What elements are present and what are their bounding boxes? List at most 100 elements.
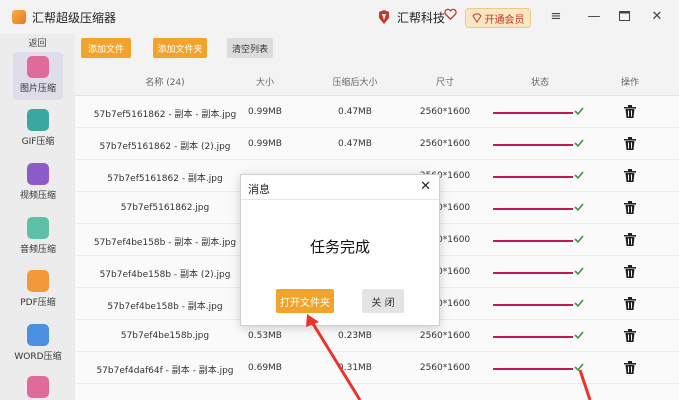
progress-bar [493,112,573,114]
compressed-size: 0.23MB [338,331,372,341]
close-window-icon[interactable]: ✕ [649,8,665,24]
table-row[interactable]: 57b7ef5161862 - 副本 - 副本.jpg 0.99MB 0.47MB 2… [75,96,679,128]
word-icon [27,324,49,346]
file-name: 57b7ef5161862 - 副本.jpg [107,174,223,184]
image-icon [27,56,49,78]
ppt-icon [27,376,49,398]
close-button[interactable]: 关 闭 [362,289,404,313]
file-name: 57b7ef4be158b - 副本 (2).jpg [99,270,231,280]
file-name: 57b7ef5161862 - 副本 (2).jpg [99,142,231,152]
compressed-size: 0.31MB [338,363,372,373]
column-header-size[interactable]: 大小 [240,75,290,88]
sidebar-item-label: 音频压缩 [19,245,56,255]
progress-bar [493,208,573,210]
open-folder-button[interactable]: 打开文件夹 [276,289,334,313]
file-name: 57b7ef5161862.jpg [120,203,210,213]
column-header-action: 操作 [620,78,639,88]
app-logo-icon [12,10,26,24]
trash-icon[interactable] [624,201,636,214]
menu-icon[interactable]: ≡ [548,8,564,24]
maximize-icon[interactable] [616,8,632,24]
gif-icon [27,109,49,131]
title-bar: 汇帮超级压缩器 汇帮科技 开通会员 ≡ — ✕ [0,0,679,34]
file-size: 0.99MB [248,139,282,149]
trash-icon[interactable] [624,297,636,310]
check-icon [574,171,584,180]
trash-icon[interactable] [624,265,636,278]
file-name: 57b7ef5161862 - 副本 - 副本.jpg [93,110,237,120]
clear-list-button[interactable]: 清空列表 [227,38,273,58]
file-size: 0.53MB [248,331,282,341]
check-icon [574,107,584,116]
file-name: 57b7ef4be158b - 副本 - 副本.jpg [93,238,237,248]
vip-label: 开通会员 [484,14,525,26]
file-size: 0.69MB [248,363,282,373]
progress-bar [493,304,573,306]
brand-name: 汇帮科技 [397,11,446,25]
back-link[interactable]: 返回 [0,36,75,49]
check-icon [574,363,584,372]
progress-bar [493,144,573,146]
sidebar-item-label: 视频压缩 [19,191,56,201]
brand-logo-icon [379,10,389,24]
check-icon [574,139,584,148]
message-dialog: 消息 ✕ 任务完成 打开文件夹 关 闭 [240,174,440,326]
sidebar-item-pdf-compress[interactable]: PDF压缩 [13,266,63,314]
sidebar-item-image-compress[interactable]: 图片压缩 [13,52,63,100]
vip-button[interactable]: 开通会员 [465,8,531,28]
dialog-title: 消息 [248,183,270,196]
trash-icon[interactable] [624,137,636,150]
sidebar-item-label: WORD压缩 [14,352,62,362]
table-header: 名称 (24) 大小 压缩后大小 尺寸 状态 操作 [75,66,679,96]
sidebar-item-more[interactable] [13,372,63,400]
sidebar-item-audio-compress[interactable]: 音频压缩 [13,213,63,261]
pdf-icon [27,270,49,292]
sidebar-item-label: GIF压缩 [21,137,55,147]
sidebar-item-video-compress[interactable]: 视频压缩 [13,159,63,207]
audio-icon [27,217,49,239]
progress-bar [493,336,573,338]
trash-icon[interactable] [624,361,636,374]
trash-icon[interactable] [624,329,636,342]
check-icon [574,331,584,340]
trash-icon[interactable] [624,169,636,182]
add-folder-button[interactable]: 添加文件夹 [153,38,207,58]
check-icon [574,299,584,308]
sidebar-item-label: 图片压缩 [19,84,56,94]
image-dimensions: 2560*1600 [419,363,471,373]
compressed-size: 0.47MB [338,139,372,149]
sidebar-item-word-compress[interactable]: WORD压缩 [13,320,63,368]
trash-icon[interactable] [624,105,636,118]
image-dimensions: 2560*1600 [419,139,471,149]
progress-bar [493,176,573,178]
file-name: 57b7ef4daf64f - 副本 - 副本.jpg [96,366,234,376]
sidebar: 返回 图片压缩 GIF压缩 视频压缩 音频压缩 PDF压缩 WORD压缩 [0,34,75,400]
minimize-icon[interactable]: — [586,8,602,24]
dialog-message: 任务完成 [309,238,370,256]
progress-bar [493,272,573,274]
check-icon [574,235,584,244]
check-icon [574,267,584,276]
table-row[interactable]: 57b7ef4daf64f - 副本 - 副本.jpg 0.69MB 0.31MB 2… [75,352,679,384]
column-header-name[interactable]: 名称 (24) [110,75,220,88]
dialog-header: 消息 ✕ [241,175,439,200]
heart-icon[interactable] [444,8,457,21]
column-header-dims[interactable]: 尺寸 [410,75,480,88]
progress-bar [493,368,573,370]
app-title: 汇帮超级压缩器 [32,11,117,25]
image-dimensions: 2560*1600 [419,331,471,341]
vip-icon [471,13,482,23]
add-file-button[interactable]: 添加文件 [81,38,131,58]
sidebar-item-label: PDF压缩 [20,298,56,308]
video-icon [27,163,49,185]
table-row[interactable]: 57b7ef5161862 - 副本 (2).jpg 0.99MB 0.47MB 25… [75,128,679,160]
file-name: 57b7ef4be158b.jpg [120,331,210,341]
column-header-compressed[interactable]: 压缩后大小 [320,75,390,88]
file-name: 57b7ef4be158b - 副本.jpg [107,302,223,312]
close-icon[interactable]: ✕ [420,179,431,194]
image-dimensions: 2560*1600 [419,107,471,117]
sidebar-item-gif-compress[interactable]: GIF压缩 [13,105,63,153]
column-header-status: 状态 [530,78,549,88]
trash-icon[interactable] [624,233,636,246]
progress-bar [493,240,573,242]
